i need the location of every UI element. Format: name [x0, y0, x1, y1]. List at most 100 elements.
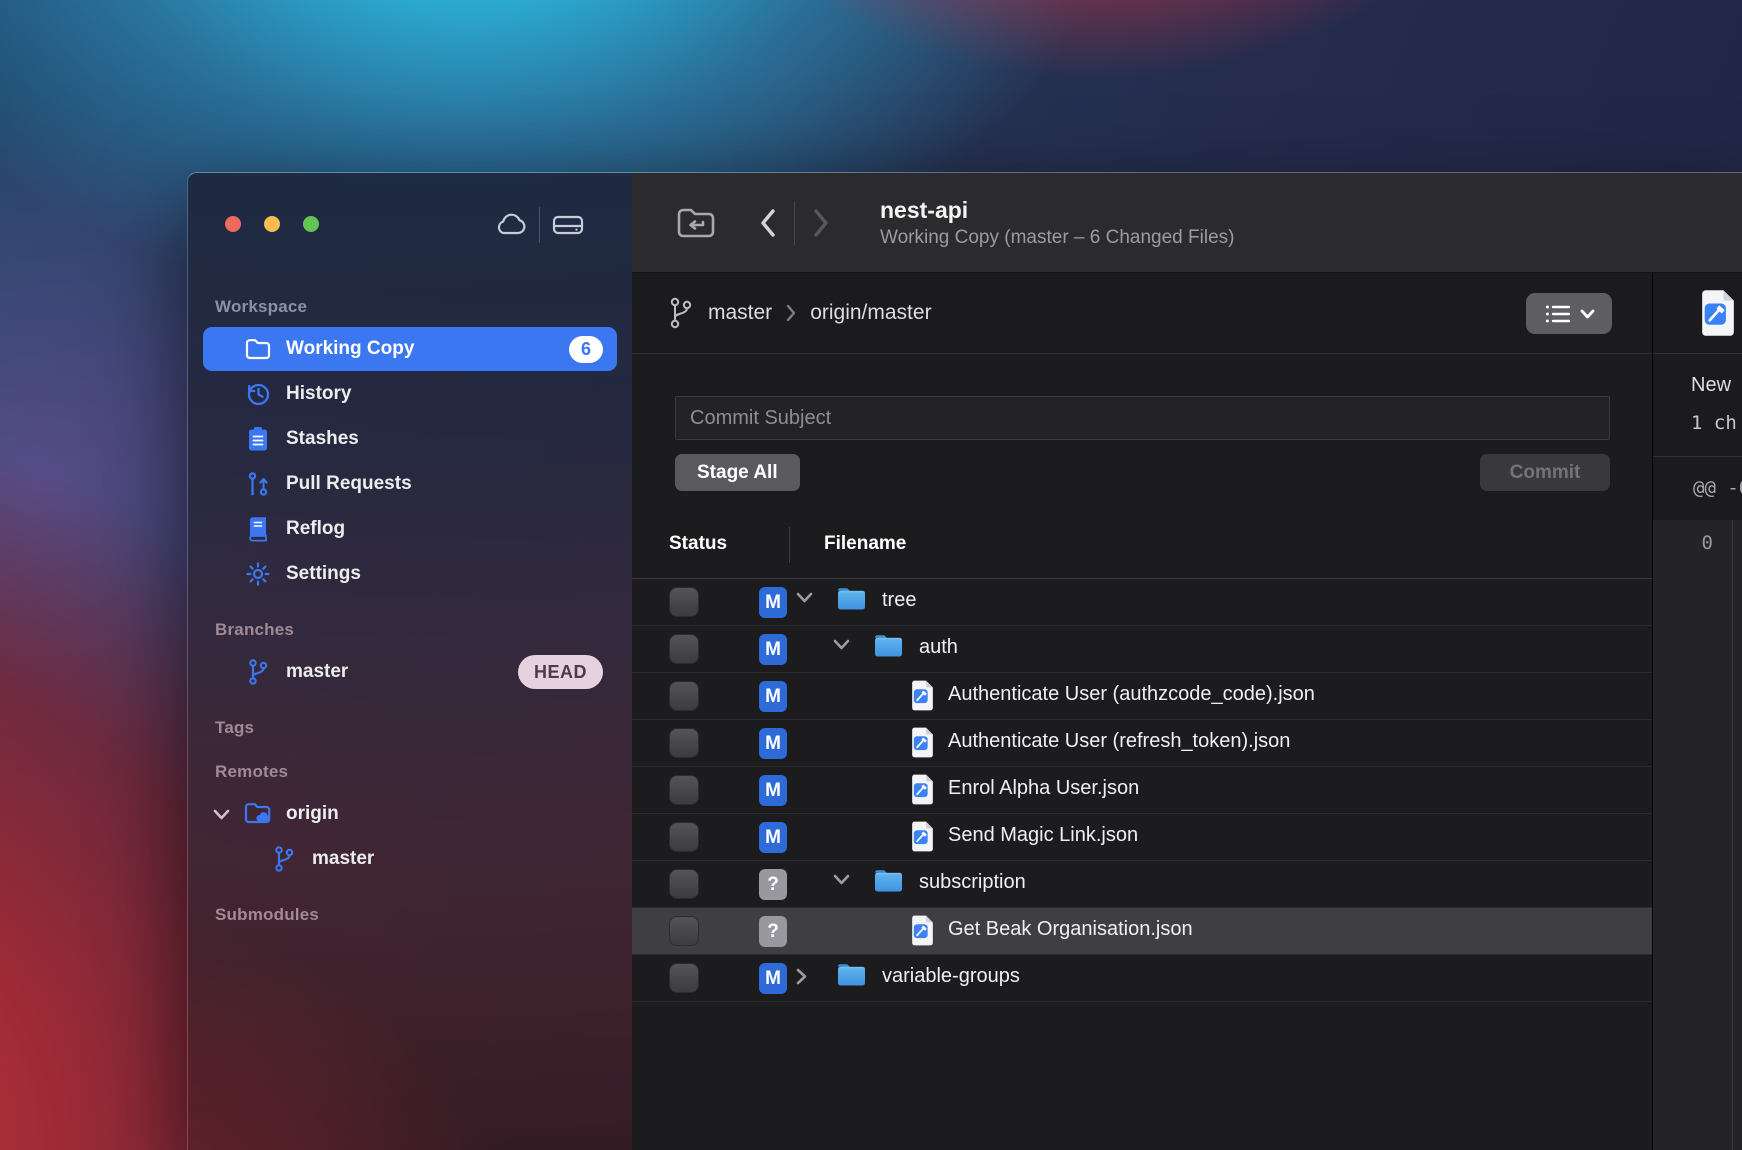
json-file-icon: [910, 774, 935, 805]
sidebar-toolbar: [488, 207, 591, 243]
diff-panel: New 1 ch @@ -0 0: [1652, 273, 1742, 1150]
forward-button[interactable]: [804, 203, 838, 243]
folder-cloud-icon: [243, 799, 273, 829]
close-window-button[interactable]: [225, 216, 241, 232]
nav-divider: [794, 201, 795, 245]
file-row-auth[interactable]: Mauth: [632, 626, 1652, 673]
minimize-window-button[interactable]: [264, 216, 280, 232]
sidebar-section-header-remotes: Remotes: [203, 762, 617, 782]
json-file-icon: [910, 680, 935, 711]
json-file-icon: [910, 915, 935, 946]
sidebar-item-label: Working Copy: [286, 338, 414, 360]
stage-checkbox[interactable]: [669, 963, 699, 993]
stage-checkbox[interactable]: [669, 728, 699, 758]
chevron-down-icon[interactable]: [833, 874, 850, 885]
filename-label: Enrol Alpha User.json: [948, 777, 1139, 800]
sidebar-item-master[interactable]: master: [203, 837, 617, 881]
file-row-tree[interactable]: Mtree: [632, 579, 1652, 626]
chevron-down-icon[interactable]: [213, 809, 230, 820]
main-panel: nest-api Working Copy (master – 6 Change…: [632, 173, 1742, 1150]
branch-icon: [668, 296, 694, 330]
status-badge: M: [759, 963, 787, 994]
file-row-authenticate-user-refresh-token-json[interactable]: MAuthenticate User (refresh_token).json: [632, 720, 1652, 767]
status-badge: M: [759, 681, 787, 712]
file-row-enrol-alpha-user-json[interactable]: M Enrol Alpha User.json: [632, 767, 1652, 814]
file-row-subscription[interactable]: ? subscription: [632, 861, 1652, 908]
zoom-window-button[interactable]: [303, 216, 319, 232]
sidebar-item-pull-requests[interactable]: Pull Requests: [203, 462, 617, 506]
diff-file-meta: New 1 ch: [1653, 354, 1742, 457]
file-row-authenticate-user-authzcode-code-json[interactable]: M Authenticate User (authzcode_code).json: [632, 673, 1652, 720]
folder-icon: [873, 868, 904, 894]
chevron-down-icon[interactable]: [833, 639, 850, 650]
chevron-right-icon: [785, 303, 797, 323]
stage-checkbox[interactable]: [669, 822, 699, 852]
status-badge: M: [759, 728, 787, 759]
status-badge: ?: [759, 916, 787, 947]
stage-checkbox[interactable]: [669, 916, 699, 946]
external-drive-icon[interactable]: [545, 207, 591, 243]
sidebar-item-label: Reflog: [286, 518, 345, 540]
sidebar-item-label: Stashes: [286, 428, 359, 450]
sidebar-item-reflog[interactable]: Reflog: [203, 507, 617, 551]
filename-label: Authenticate User (authzcode_code).json: [948, 683, 1315, 706]
tracking-branch[interactable]: origin/master: [810, 301, 931, 325]
head-badge: HEAD: [518, 655, 603, 689]
file-status-label: New: [1691, 374, 1731, 397]
file-row-send-magic-link-json[interactable]: MSend Magic Link.json: [632, 814, 1652, 861]
sidebar-section-header-submodules: Submodules: [203, 905, 617, 925]
sidebar-item-master[interactable]: master HEAD: [203, 650, 617, 694]
stage-checkbox[interactable]: [669, 634, 699, 664]
pull-request-icon: [243, 469, 273, 499]
folder-icon: [873, 633, 904, 659]
view-options-button[interactable]: [1526, 293, 1612, 334]
status-badge: M: [759, 775, 787, 806]
changed-files-count-badge: 6: [569, 336, 603, 363]
current-branch[interactable]: master: [708, 301, 772, 325]
sidebar-item-label: Settings: [286, 563, 361, 585]
stage-checkbox[interactable]: [669, 775, 699, 805]
title-block: nest-api Working Copy (master – 6 Change…: [880, 196, 1234, 249]
titlebar: nest-api Working Copy (master – 6 Change…: [632, 173, 1742, 273]
clipboard-icon: [243, 424, 273, 454]
back-button[interactable]: [751, 203, 785, 243]
branch-bar: master origin/master: [632, 273, 1652, 354]
diff-file-band: [1653, 273, 1742, 354]
json-file-icon: [910, 821, 935, 852]
filename-column-header: Filename: [824, 533, 906, 555]
file-row-variable-groups[interactable]: Mvariable-groups: [632, 955, 1652, 1002]
sidebar-item-history[interactable]: History: [203, 372, 617, 416]
branch-icon: [269, 844, 299, 874]
toolbar-divider: [539, 207, 540, 243]
sidebar-item-label: master: [286, 661, 348, 683]
sidebar-item-settings[interactable]: Settings: [203, 552, 617, 596]
chevron-down-icon[interactable]: [796, 592, 813, 603]
file-row-get-beak-organisation-json[interactable]: ? Get Beak Organisation.json: [632, 908, 1652, 955]
status-badge: ?: [759, 869, 787, 900]
commit-subject-input[interactable]: [675, 396, 1610, 440]
stage-all-button[interactable]: Stage All: [675, 454, 800, 491]
chevron-right-icon[interactable]: [796, 968, 807, 985]
stage-checkbox[interactable]: [669, 681, 699, 711]
status-badge: M: [759, 587, 787, 618]
cloud-sync-icon[interactable]: [488, 207, 534, 243]
filename-label: subscription: [919, 871, 1026, 894]
diff-hunk-header: @@ -0: [1653, 457, 1742, 520]
sidebar-item-label: master: [312, 848, 374, 870]
repository-subtitle: Working Copy (master – 6 Changed Files): [880, 227, 1234, 249]
sidebar-section-header-branches: Branches: [203, 620, 617, 640]
folder-icon: [836, 586, 867, 612]
sidebar-item-origin[interactable]: origin: [203, 792, 617, 836]
stage-checkbox[interactable]: [669, 587, 699, 617]
repository-list-icon[interactable]: [673, 203, 719, 243]
sidebar-item-stashes[interactable]: Stashes: [203, 417, 617, 461]
commit-button[interactable]: Commit: [1480, 454, 1610, 491]
sidebar-item-working-copy[interactable]: Working Copy 6: [203, 327, 617, 371]
stage-checkbox[interactable]: [669, 869, 699, 899]
gear-icon: [243, 559, 273, 589]
filename-label: variable-groups: [882, 965, 1020, 988]
sidebar-item-label: Pull Requests: [286, 473, 412, 495]
filename-label: Get Beak Organisation.json: [948, 918, 1193, 941]
branch-icon: [243, 657, 273, 687]
working-copy-window: WorkspaceWorking Copy6HistoryStashesPull…: [187, 172, 1742, 1150]
